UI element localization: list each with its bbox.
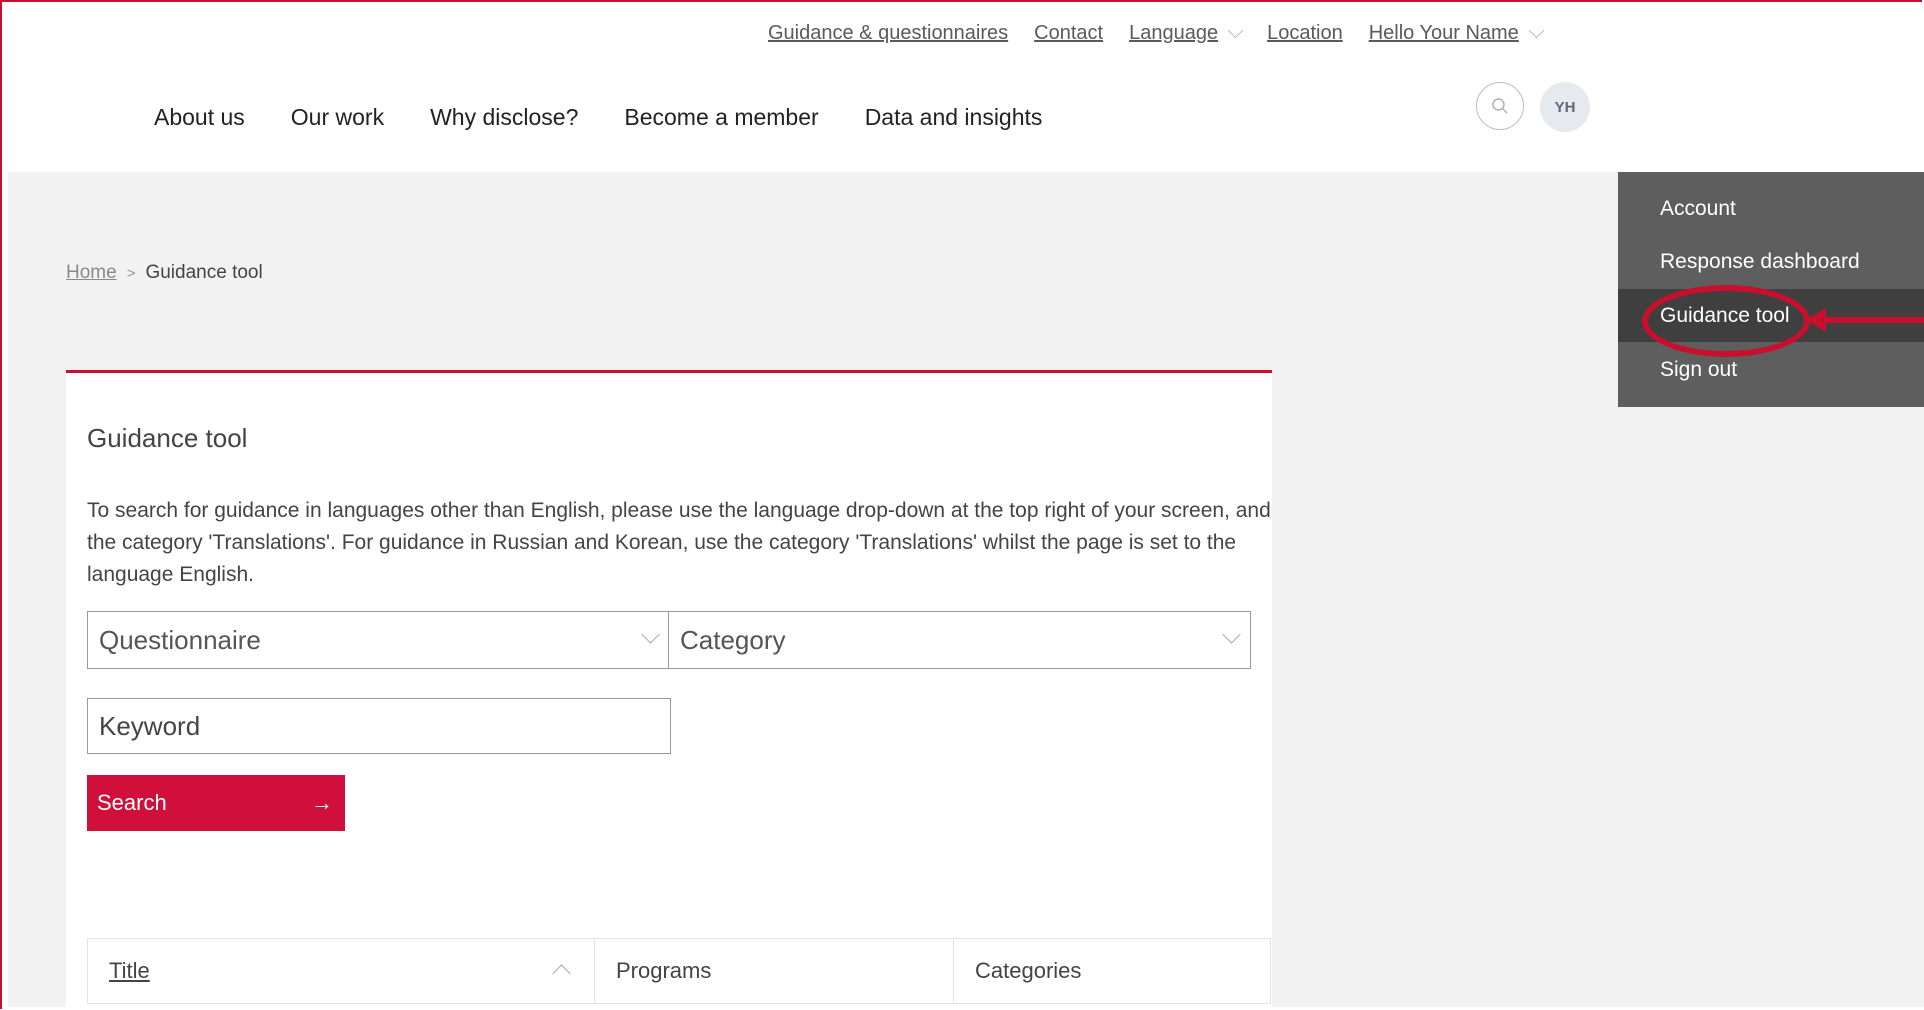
- search-button-label: Search: [97, 790, 167, 815]
- search-icon: [1492, 98, 1508, 114]
- main-nav: About us Our work Why disclose? Become a…: [154, 104, 1088, 131]
- account-dropdown-menu: Account Response dashboard Guidance tool…: [1618, 172, 1924, 407]
- column-title-label: Title: [109, 958, 150, 983]
- results-table-header: Title Programs Categories: [87, 938, 1271, 1004]
- column-programs: Programs: [595, 939, 954, 1003]
- menu-item-account[interactable]: Account: [1618, 182, 1924, 235]
- search-button[interactable]: [1476, 82, 1524, 130]
- language-dropdown[interactable]: Language: [1129, 22, 1244, 45]
- nav-our-work[interactable]: Our work: [291, 104, 384, 131]
- breadcrumb: Home > Guidance tool: [66, 262, 263, 284]
- column-programs-label: Programs: [616, 958, 712, 983]
- menu-item-response-dashboard[interactable]: Response dashboard: [1618, 235, 1924, 288]
- highlight-arrow-head: [1806, 308, 1826, 332]
- search-submit-button[interactable]: Search →: [87, 775, 345, 831]
- column-title[interactable]: Title: [88, 939, 595, 1003]
- column-categories-label: Categories: [975, 958, 1082, 983]
- questionnaire-select-label: Questionnaire: [99, 624, 261, 655]
- chevron-down-icon: [1227, 22, 1244, 39]
- nav-become-member[interactable]: Become a member: [624, 104, 818, 131]
- contact-link[interactable]: Contact: [1034, 22, 1103, 45]
- language-label: Language: [1129, 22, 1219, 44]
- nav-data-insights[interactable]: Data and insights: [865, 104, 1043, 131]
- highlight-ellipse: [1642, 285, 1810, 357]
- chevron-down-icon: [1222, 625, 1241, 644]
- description-text: To search for guidance in languages othe…: [87, 499, 1271, 586]
- chevron-down-icon: [641, 625, 660, 644]
- user-greeting-dropdown[interactable]: Hello Your Name: [1368, 22, 1545, 45]
- chevron-down-icon: [1528, 22, 1545, 39]
- keyword-placeholder: Keyword: [99, 710, 201, 741]
- category-select-label: Category: [680, 624, 786, 655]
- location-link[interactable]: Location: [1267, 22, 1343, 45]
- breadcrumb-current: Guidance tool: [145, 262, 263, 283]
- user-greeting-label: Hello Your Name: [1368, 22, 1519, 44]
- keyword-input[interactable]: Keyword: [87, 698, 671, 754]
- arrow-right-icon: →: [311, 790, 333, 815]
- guidance-card: Guidance tool To search for guidance in …: [66, 370, 1272, 1010]
- guidance-questionnaires-link[interactable]: Guidance & questionnaires: [768, 22, 1008, 45]
- page-title: Guidance tool: [87, 423, 248, 453]
- nav-why-disclose[interactable]: Why disclose?: [430, 104, 578, 131]
- category-select[interactable]: Category: [668, 611, 1251, 669]
- sort-ascending-icon[interactable]: [552, 964, 571, 983]
- highlight-arrow-shaft: [1822, 317, 1924, 323]
- nav-about-us[interactable]: About us: [154, 104, 245, 131]
- utility-nav: Guidance & questionnaires Contact Langua…: [768, 22, 1568, 45]
- avatar[interactable]: YH: [1540, 82, 1590, 132]
- column-categories: Categories: [954, 939, 1270, 1003]
- questionnaire-select[interactable]: Questionnaire: [87, 611, 670, 669]
- breadcrumb-separator: >: [126, 264, 136, 282]
- breadcrumb-home-link[interactable]: Home: [66, 262, 117, 284]
